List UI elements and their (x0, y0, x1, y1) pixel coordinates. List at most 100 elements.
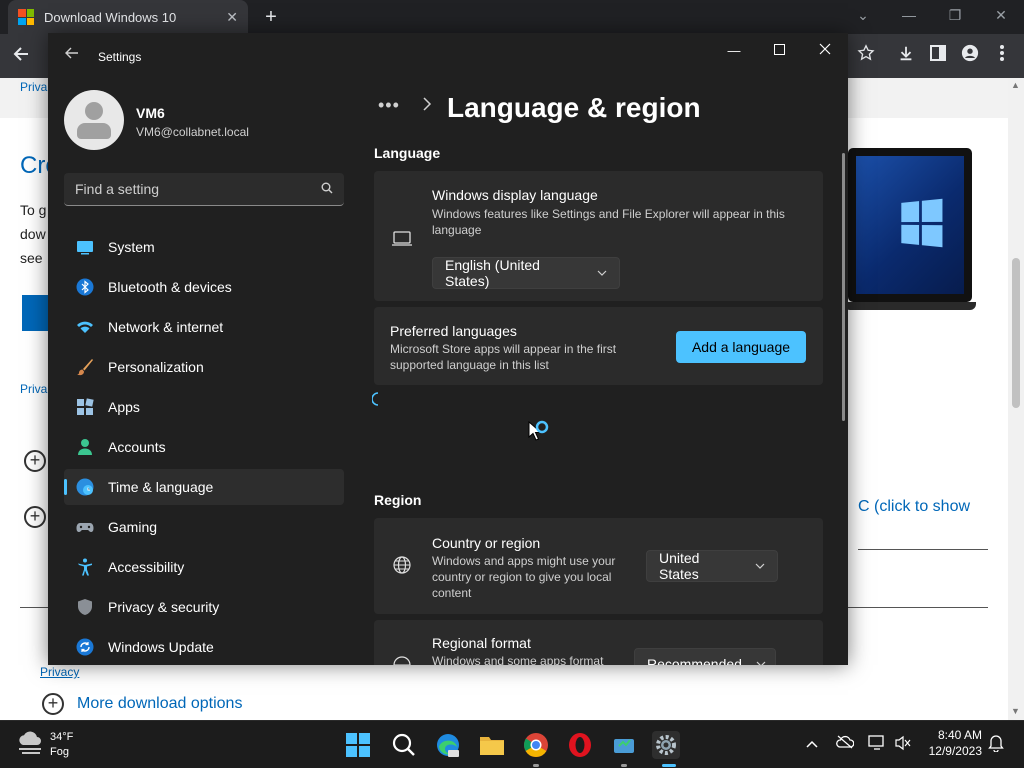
search-input[interactable] (75, 181, 321, 197)
search-icon[interactable] (390, 731, 418, 759)
preferred-languages-card: Preferred languages Microsoft Store apps… (374, 307, 823, 385)
apps-icon (76, 398, 94, 416)
sniping-tool-icon[interactable] (610, 731, 638, 759)
nav-item-bluetooth-devices[interactable]: Bluetooth & devices (64, 269, 344, 305)
volume-muted-icon[interactable] (894, 735, 912, 754)
expand-plus-icon[interactable]: + (24, 450, 46, 472)
display-language-description: Windows features like Settings and File … (432, 207, 785, 237)
clock-time[interactable]: 8:40 AM (926, 728, 982, 742)
settings-maximize-button[interactable] (759, 41, 799, 61)
globe-icon (393, 556, 411, 579)
body-text-line: dow (20, 226, 46, 242)
laptop-image (844, 148, 976, 310)
tab-search-icon[interactable]: ⌄ (840, 0, 886, 30)
progress-ring-icon (371, 391, 380, 412)
browser-tab[interactable]: Download Windows 10 ✕ (8, 0, 248, 34)
settings-window: Settings — VM6 VM6@collabnet.local Syste… (48, 33, 848, 665)
scroll-down-arrow-icon[interactable]: ▼ (1011, 706, 1020, 716)
nav-label: Personalization (108, 359, 204, 375)
start-windows-icon[interactable] (344, 731, 372, 759)
more-menu-icon[interactable] (990, 44, 1014, 68)
network-monitor-icon[interactable] (868, 735, 886, 754)
nav-item-accounts[interactable]: Accounts (64, 429, 344, 465)
expand-chevron-icon[interactable] (794, 660, 804, 665)
notification-bell-icon[interactable] (988, 734, 1004, 755)
expand-plus-icon[interactable]: + (42, 693, 64, 715)
gaming-icon (76, 518, 94, 536)
nav-item-time-language[interactable]: Time & language (64, 469, 344, 505)
busy-cursor-icon (526, 417, 558, 454)
nav-label: Privacy & security (108, 599, 220, 615)
close-button[interactable]: ✕ (978, 0, 1024, 30)
language-section-heading: Language (374, 145, 441, 161)
breadcrumb-ellipsis[interactable]: ••• (378, 95, 400, 116)
nav-item-network-internet[interactable]: Network & internet (64, 309, 344, 345)
chrome-icon[interactable] (522, 731, 550, 759)
regional-format-dropdown[interactable]: Recommended (634, 648, 776, 665)
bookmark-star-icon[interactable] (854, 44, 878, 68)
page-scrollbar[interactable]: ▲ ▼ (1008, 78, 1024, 720)
avatar[interactable] (64, 90, 124, 150)
nav-label: Network & internet (108, 319, 224, 335)
side-panel-icon[interactable] (926, 44, 950, 68)
settings-back-icon[interactable] (62, 46, 82, 64)
find-setting-search[interactable] (64, 173, 344, 206)
nav-item-privacy-security[interactable]: Privacy & security (64, 589, 344, 625)
page-title: Language & region (447, 92, 701, 123)
nav-label: Accessibility (108, 559, 185, 575)
clock-date[interactable]: 12/9/2023 (922, 744, 982, 758)
breadcrumb-chevron-icon (422, 97, 432, 116)
scroll-up-arrow-icon[interactable]: ▲ (1011, 80, 1020, 90)
browser-tabstrip: Download Windows 10 ✕ + ⌄ — ❐ ✕ (0, 0, 1024, 34)
preferred-languages-title: Preferred languages (390, 323, 517, 339)
more-download-options-link[interactable]: More download options (77, 695, 242, 713)
nav-item-windows-update[interactable]: Windows Update (64, 629, 344, 665)
chevron-down-icon (756, 659, 766, 665)
tab-close-icon[interactable]: ✕ (226, 9, 238, 26)
opera-icon[interactable] (566, 731, 594, 759)
nav-item-gaming[interactable]: Gaming (64, 509, 344, 545)
file-explorer-icon[interactable] (478, 731, 506, 759)
nav-item-personalization[interactable]: Personalization (64, 349, 344, 385)
settings-title: Settings (98, 50, 142, 64)
download-icon[interactable] (894, 44, 918, 68)
privacy-shield-icon (76, 598, 94, 616)
nav-label: Apps (108, 399, 140, 415)
privacy-link[interactable]: Privacy (40, 665, 79, 679)
expand-plus-icon[interactable]: + (24, 506, 46, 528)
nav-item-apps[interactable]: Apps (64, 389, 344, 425)
country-region-description: Windows and apps might use your country … (432, 554, 616, 600)
nav-label: Time & language (108, 479, 214, 495)
restore-button[interactable]: ❐ (932, 0, 978, 30)
nav-item-system[interactable]: System (64, 229, 344, 265)
privacy-link[interactable]: Priva (20, 80, 47, 94)
preferred-languages-description: Microsoft Store apps will appear in the … (390, 342, 617, 372)
profile-icon[interactable] (958, 44, 982, 68)
regional-format-card: Regional format Windows and some apps fo… (374, 620, 823, 665)
country-region-dropdown[interactable]: United States (646, 550, 778, 582)
onedrive-cloud-icon[interactable] (836, 735, 855, 752)
back-arrow-icon[interactable] (10, 44, 34, 68)
system-icon (76, 238, 94, 256)
dropdown-value: Recommended (647, 656, 742, 665)
nav-item-accessibility[interactable]: Accessibility (64, 549, 344, 585)
scrollbar-thumb[interactable] (1012, 258, 1020, 408)
privacy-link[interactable]: Priva (20, 382, 47, 396)
new-tab-button[interactable]: + (258, 4, 284, 30)
settings-gear-icon[interactable] (652, 731, 680, 759)
user-email: VM6@collabnet.local (136, 125, 249, 139)
display-language-dropdown[interactable]: English (United States) (432, 257, 620, 289)
settings-minimize-button[interactable]: — (714, 41, 754, 61)
minimize-button[interactable]: — (886, 0, 932, 30)
nav-label: Windows Update (108, 639, 214, 655)
click-to-show-link[interactable]: C (click to show (858, 498, 970, 516)
settings-scrollbar[interactable] (842, 153, 845, 421)
country-region-title: Country or region (432, 535, 541, 551)
edge-browser-icon[interactable] (434, 731, 462, 759)
settings-close-button[interactable] (805, 41, 845, 61)
show-hidden-icons-chevron-up-icon[interactable] (806, 735, 818, 751)
nav-label: Bluetooth & devices (108, 279, 232, 295)
user-name: VM6 (136, 105, 165, 121)
regional-format-description: Windows and some apps format (432, 654, 604, 665)
add-language-button[interactable]: Add a language (676, 331, 806, 363)
